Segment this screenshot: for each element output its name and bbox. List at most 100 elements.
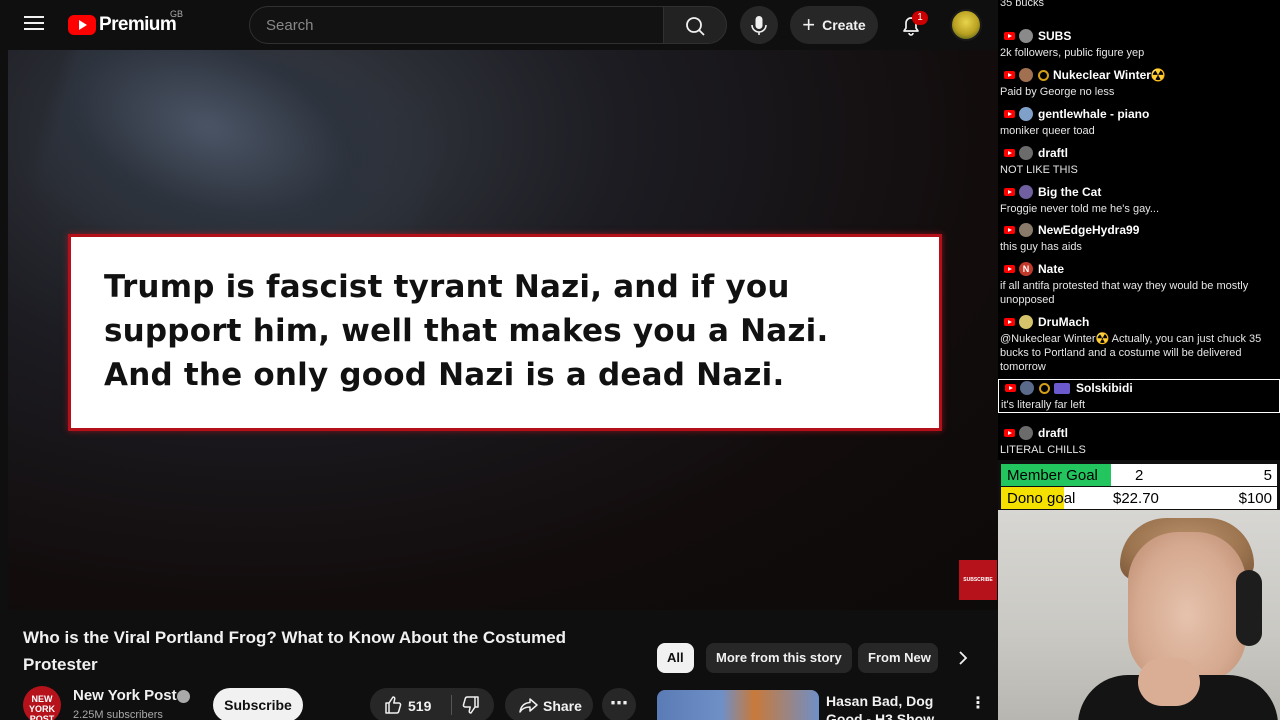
video-title: Who is the Viral Portland Frog? What to …: [23, 628, 567, 674]
chat-message: SUBS 2k followers, public figure yep: [998, 28, 1280, 60]
channel-avatar[interactable]: NEW YORK POST: [23, 686, 61, 720]
chat-message-text: this guy has aids: [1000, 241, 1082, 253]
chat-message-header: draftl: [1000, 145, 1280, 161]
logo-text: Premium: [99, 14, 177, 35]
chat-message-header: draftl: [1000, 425, 1280, 441]
chat-message: N Nate if all antifa protested that way th…: [998, 261, 1280, 307]
chip-from-new[interactable]: From New: [858, 643, 938, 673]
notifications-button[interactable]: 1: [892, 6, 930, 44]
chevron-right-icon[interactable]: [948, 643, 978, 673]
verified-icon: [177, 690, 190, 703]
channel-name[interactable]: New York Post: [73, 687, 177, 704]
chat-avatar: N: [1019, 262, 1033, 276]
chip-more-from-story[interactable]: More from this story: [706, 643, 852, 673]
like-dislike-group: 519: [370, 688, 494, 720]
chat-message: DruMach @Nukeclear Winter☢️ Actually, you…: [998, 314, 1280, 374]
dono-goal-target: $100: [1238, 490, 1272, 507]
chat-message-header: DruMach: [1000, 314, 1280, 330]
quote-card: Trump is fascist tyrant Nazi, and if you…: [68, 234, 942, 431]
subscribe-watermark[interactable]: SUBSCRIBE: [959, 560, 997, 600]
like-button[interactable]: 519: [370, 688, 450, 720]
share-icon: [519, 698, 538, 713]
chat-message-text: if all antifa protested that way they wo…: [1000, 280, 1249, 306]
search-button[interactable]: [663, 6, 727, 44]
youtube-icon: [1004, 188, 1015, 196]
dono-goal-bar: Dono goal $22.70 $100: [1001, 487, 1277, 509]
chat-username[interactable]: gentlewhale - piano: [1038, 107, 1149, 121]
chat-message: Nukeclear Winter☢️ Paid by George no less: [998, 67, 1280, 99]
chip-all[interactable]: All: [657, 643, 694, 673]
youtube-icon: [1004, 149, 1015, 157]
video-player[interactable]: Trump is fascist tyrant Nazi, and if you…: [8, 50, 998, 610]
recommendation-title[interactable]: Hasan Bad, Dog Good - H3 Show #200: [826, 692, 966, 720]
chat-username[interactable]: Nate: [1038, 262, 1064, 276]
search-input[interactable]: [249, 6, 664, 44]
youtube-icon: [1004, 265, 1015, 273]
webcam-headset: [1236, 570, 1262, 646]
chat-message-text: Paid by George no less: [1000, 86, 1115, 98]
youtube-icon: [1004, 429, 1015, 437]
chat-avatar: [1019, 185, 1033, 199]
chat-username[interactable]: Nukeclear Winter☢️: [1053, 68, 1166, 82]
chat-message-text: it's literally far left: [1001, 399, 1086, 411]
create-button[interactable]: + Create: [790, 6, 878, 44]
youtube-icon: [1004, 32, 1015, 40]
youtube-icon: [1004, 226, 1015, 234]
chat-username[interactable]: DruMach: [1038, 315, 1089, 329]
chat-username[interactable]: SUBS: [1038, 29, 1071, 43]
voice-search-button[interactable]: [740, 6, 778, 44]
youtube-play-icon: [68, 15, 96, 35]
chat-message: draftl NOT LIKE THIS: [998, 145, 1280, 177]
youtube-premium-logo[interactable]: Premium GB: [68, 9, 183, 37]
chat-avatar: [1019, 68, 1033, 82]
chat-avatar: [1019, 29, 1033, 43]
webcam-hand: [1138, 658, 1200, 706]
chat-message-header: SUBS: [1000, 28, 1280, 44]
chat-message-header: NewEdgeHydra99: [1000, 222, 1280, 238]
screen: Premium GB + Create 1 Trump is fascist t…: [0, 0, 1280, 720]
chat-message-header: Nukeclear Winter☢️: [1000, 67, 1280, 83]
chat-message: Solskibidi it's literally far left: [998, 379, 1280, 413]
youtube-icon: [1004, 110, 1015, 118]
recommendation-thumbnail[interactable]: [657, 690, 819, 720]
chat-message: 35 bucks: [998, 0, 1280, 10]
rank-badge-icon: [1054, 382, 1070, 394]
chat-message-text: LITERAL CHILLS: [1000, 444, 1086, 456]
chat-message-text: 35 bucks: [1000, 0, 1045, 9]
thumbs-up-icon: [385, 696, 402, 714]
chat-message: gentlewhale - piano moniker queer toad: [998, 106, 1280, 138]
subscribe-button[interactable]: Subscribe: [213, 688, 303, 720]
chat-message-header: Big the Cat: [1000, 184, 1280, 200]
share-label: Share: [543, 698, 582, 714]
chat-avatar: [1019, 223, 1033, 237]
logo-region: GB: [170, 9, 184, 19]
chat-avatar: [1019, 315, 1033, 329]
chat-username[interactable]: draftl: [1038, 146, 1068, 160]
chat-avatar: [1019, 146, 1033, 160]
chat-message-text: NOT LIKE THIS: [1000, 164, 1078, 176]
chat-message: Big the Cat Froggie never told me he's ga…: [998, 184, 1280, 216]
chat-avatar: [1019, 426, 1033, 440]
more-vert-icon[interactable]: ⋮: [970, 693, 986, 713]
quote-text: Trump is fascist tyrant Nazi, and if you…: [104, 269, 829, 393]
menu-icon[interactable]: [22, 13, 46, 37]
dislike-button[interactable]: [452, 688, 494, 720]
search-icon: [686, 17, 705, 36]
plus-icon: +: [802, 12, 816, 37]
member-goal-bar: Member Goal 2 5: [1001, 464, 1277, 486]
chat-username[interactable]: Big the Cat: [1038, 185, 1101, 199]
chat-username[interactable]: draftl: [1038, 426, 1068, 440]
chat-message-header: Solskibidi: [1001, 380, 1279, 396]
more-actions-button[interactable]: ⋯: [602, 688, 636, 720]
chat-username[interactable]: Solskibidi: [1076, 381, 1133, 395]
dono-goal-label: Dono goal: [1007, 490, 1076, 507]
chat-message-text: @Nukeclear Winter☢️ Actually, you can ju…: [1000, 333, 1262, 373]
streamer-webcam: [998, 510, 1280, 720]
account-avatar[interactable]: [950, 9, 982, 41]
chat-message: NewEdgeHydra99 this guy has aids: [998, 222, 1280, 254]
member-badge-icon: [1039, 382, 1050, 394]
member-goal-current: 2: [1135, 467, 1144, 484]
youtube-icon: [1004, 318, 1015, 326]
share-button[interactable]: Share: [505, 688, 593, 720]
chat-username[interactable]: NewEdgeHydra99: [1038, 223, 1139, 237]
